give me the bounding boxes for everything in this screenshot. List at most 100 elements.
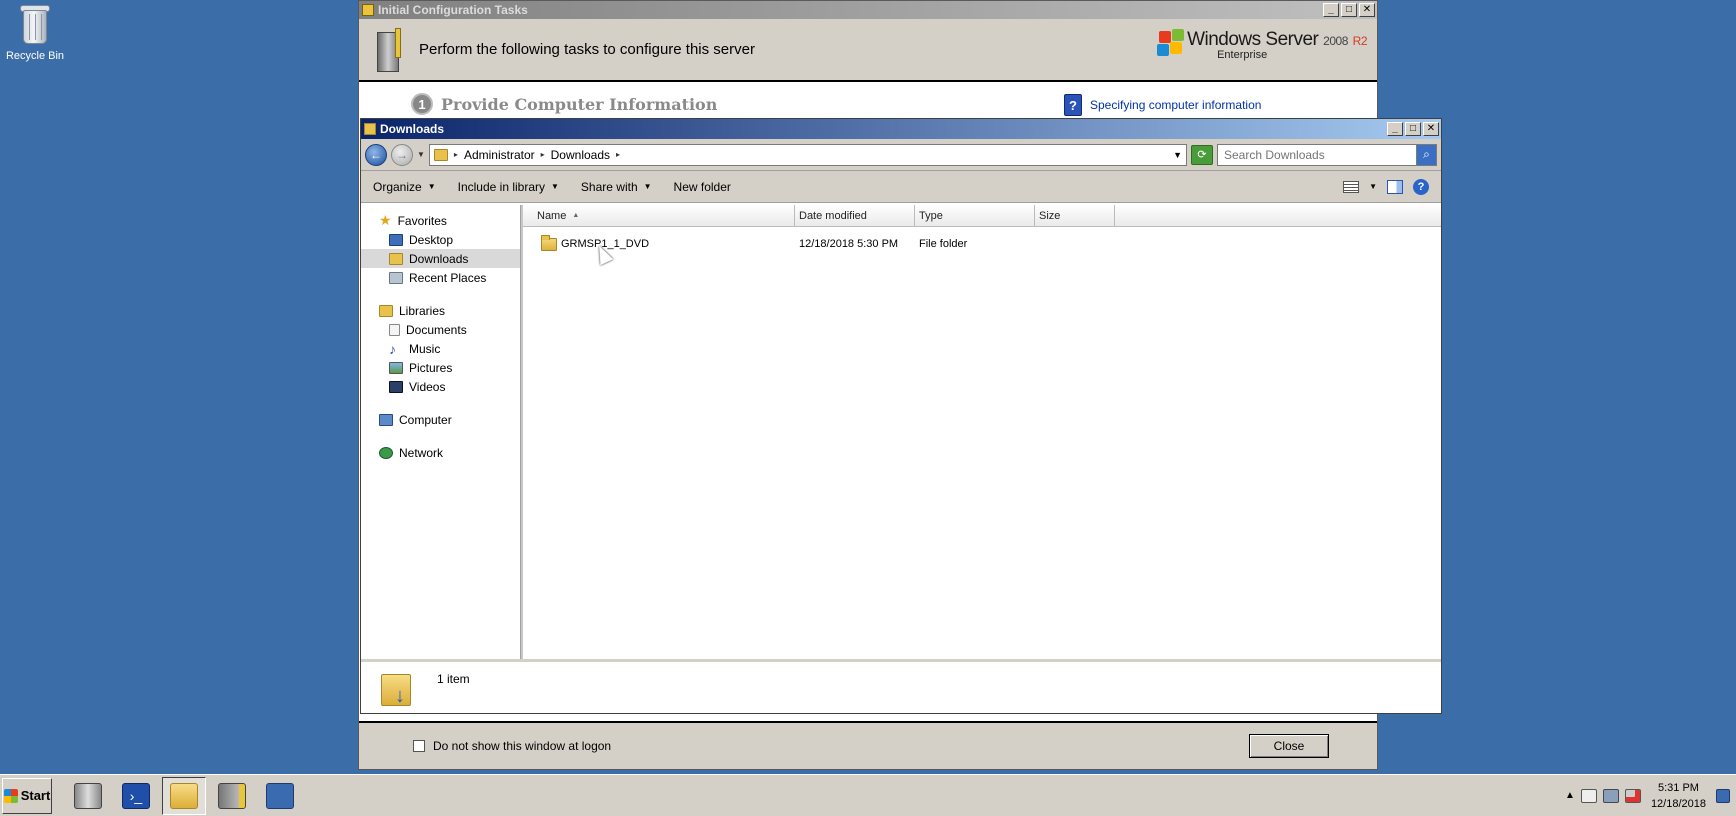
ict-close-window-button[interactable]: ✕ bbox=[1359, 3, 1375, 17]
dont-show-option[interactable]: Do not show this window at logon bbox=[413, 739, 611, 753]
start-button[interactable]: Start bbox=[2, 777, 52, 814]
step-title: Provide Computer Information bbox=[441, 94, 718, 114]
dont-show-checkbox[interactable] bbox=[413, 740, 425, 752]
new-folder-label[interactable]: New folder bbox=[674, 180, 731, 194]
breadcrumb-downloads[interactable]: Downloads bbox=[551, 148, 610, 162]
taskbar-clock[interactable]: 5:31 PM 12/18/2018 bbox=[1651, 780, 1706, 812]
nav-downloads[interactable]: Downloads bbox=[361, 249, 520, 268]
column-date-modified[interactable]: Date modified bbox=[795, 205, 915, 226]
refresh-button[interactable]: ⟳ bbox=[1191, 144, 1213, 165]
nav-music-label[interactable]: Music bbox=[409, 342, 440, 356]
forward-button[interactable]: → bbox=[391, 143, 413, 166]
nav-libraries-label[interactable]: Libraries bbox=[399, 304, 445, 318]
organize-label[interactable]: Organize bbox=[373, 180, 422, 194]
preview-pane-icon[interactable] bbox=[1387, 179, 1403, 194]
change-view-icon[interactable] bbox=[1343, 180, 1360, 193]
nav-music[interactable]: ♪ Music bbox=[361, 339, 520, 358]
show-hidden-icons-icon[interactable]: ▲ bbox=[1565, 790, 1575, 801]
explorer-minimize-button[interactable]: _ bbox=[1387, 122, 1403, 136]
taskbar-powershell[interactable]: ›_ bbox=[114, 777, 158, 815]
nav-pictures[interactable]: Pictures bbox=[361, 358, 520, 377]
column-type[interactable]: Type bbox=[915, 205, 1035, 226]
explorer-maximize-button[interactable]: □ bbox=[1405, 122, 1421, 136]
nav-videos[interactable]: Videos bbox=[361, 377, 520, 396]
file-list-pane[interactable]: Name ▲ Date modified Type Size GRMSP1_1_D… bbox=[521, 205, 1441, 659]
system-tray: ▲ 5:31 PM 12/18/2018 bbox=[1565, 779, 1734, 813]
network-tray-icon[interactable] bbox=[1602, 788, 1619, 803]
ict-close-button[interactable]: Close bbox=[1249, 734, 1329, 758]
show-desktop-icon[interactable] bbox=[1716, 788, 1730, 803]
column-name[interactable]: Name ▲ bbox=[523, 205, 795, 226]
column-date-label[interactable]: Date modified bbox=[799, 210, 867, 222]
nav-recent-places-label[interactable]: Recent Places bbox=[409, 271, 486, 285]
nav-favorites-label[interactable]: Favorites bbox=[398, 214, 447, 228]
taskbar-explorer[interactable] bbox=[162, 776, 206, 815]
include-in-library-menu[interactable]: Include in library ▼ bbox=[458, 180, 559, 194]
navigation-pane[interactable]: ★ Favorites Desktop Downloads Recent Plac… bbox=[361, 205, 521, 659]
file-row[interactable]: GRMSP1_1_DVD 12/18/2018 5:30 PM File fol… bbox=[523, 233, 1441, 255]
nav-recent-places[interactable]: Recent Places bbox=[361, 268, 520, 287]
view-options-caret-icon[interactable]: ▼ bbox=[1369, 182, 1377, 191]
explorer-close-button[interactable]: ✕ bbox=[1423, 122, 1439, 136]
help-link-specifying-computer-info[interactable]: ? Specifying computer information bbox=[1064, 94, 1261, 116]
volume-muted-icon[interactable] bbox=[1624, 788, 1641, 803]
address-bar[interactable]: ▸ Administrator ▸ Downloads ▸ ▼ bbox=[428, 143, 1187, 166]
organize-menu[interactable]: Organize ▼ bbox=[373, 180, 436, 194]
nav-pictures-label[interactable]: Pictures bbox=[409, 361, 452, 375]
recycle-bin-desktop-icon[interactable]: Recycle Bin bbox=[4, 2, 66, 62]
address-history-dropdown-icon[interactable]: ▼ bbox=[1173, 150, 1182, 160]
nav-downloads-label[interactable]: Downloads bbox=[409, 252, 468, 266]
search-input[interactable] bbox=[1224, 147, 1404, 162]
column-type-label[interactable]: Type bbox=[919, 210, 943, 222]
help-link-text[interactable]: Specifying computer information bbox=[1090, 98, 1261, 112]
remote-desktop-icon bbox=[266, 782, 294, 809]
ict-titlebar[interactable]: Initial Configuration Tasks _ □ ✕ bbox=[359, 1, 1377, 19]
breadcrumb-administrator[interactable]: Administrator bbox=[464, 148, 535, 162]
address-root-chevron-icon[interactable]: ▸ bbox=[454, 150, 458, 159]
column-size-label[interactable]: Size bbox=[1039, 210, 1060, 222]
taskbar-remote-desktop[interactable] bbox=[258, 777, 302, 815]
taskbar-initial-config[interactable] bbox=[210, 777, 254, 815]
network-icon bbox=[379, 446, 393, 459]
dont-show-label[interactable]: Do not show this window at logon bbox=[433, 739, 611, 753]
server-config-icon bbox=[375, 27, 405, 72]
address-toolbar: ← → ▼ ▸ Administrator ▸ Downloads ▸ ▼ ⟳ … bbox=[361, 139, 1441, 171]
column-size[interactable]: Size bbox=[1035, 205, 1115, 226]
column-name-label[interactable]: Name bbox=[537, 210, 566, 222]
start-label[interactable]: Start bbox=[21, 788, 51, 803]
nav-computer-label[interactable]: Computer bbox=[399, 413, 452, 427]
ict-header: Perform the following tasks to configure… bbox=[359, 19, 1377, 82]
nav-documents[interactable]: Documents bbox=[361, 320, 520, 339]
help-icon[interactable]: ? bbox=[1413, 178, 1429, 195]
nav-libraries[interactable]: Libraries bbox=[361, 301, 520, 320]
ict-maximize-button[interactable]: □ bbox=[1341, 3, 1357, 17]
nav-computer[interactable]: Computer bbox=[361, 410, 520, 429]
nav-favorites[interactable]: ★ Favorites bbox=[361, 211, 520, 230]
search-icon[interactable]: ⌕ bbox=[1416, 144, 1436, 165]
action-center-flag-icon[interactable] bbox=[1580, 788, 1597, 803]
logo-product: Windows Server bbox=[1187, 29, 1319, 50]
nav-desktop-label[interactable]: Desktop bbox=[409, 233, 453, 247]
nav-videos-label[interactable]: Videos bbox=[409, 380, 445, 394]
nav-desktop[interactable]: Desktop bbox=[361, 230, 520, 249]
new-folder-button[interactable]: New folder bbox=[674, 180, 731, 194]
star-icon: ★ bbox=[379, 212, 392, 228]
windows-server-logo: Windows Server 2008 R2 Enterprise bbox=[1157, 29, 1368, 61]
nav-documents-label[interactable]: Documents bbox=[406, 323, 467, 337]
include-in-library-label[interactable]: Include in library bbox=[458, 180, 545, 194]
share-with-menu[interactable]: Share with ▼ bbox=[581, 180, 652, 194]
breadcrumb-chevron-icon[interactable]: ▸ bbox=[541, 150, 545, 159]
recent-pages-dropdown-icon[interactable]: ▼ bbox=[417, 150, 425, 159]
search-box[interactable]: ⌕ bbox=[1217, 143, 1437, 166]
ict-minimize-button[interactable]: _ bbox=[1323, 3, 1339, 17]
pictures-icon bbox=[389, 361, 403, 374]
file-date-modified: 12/18/2018 5:30 PM bbox=[799, 238, 899, 250]
share-with-label[interactable]: Share with bbox=[581, 180, 638, 194]
taskbar-server-manager[interactable] bbox=[66, 777, 110, 815]
nav-network-label[interactable]: Network bbox=[399, 446, 443, 460]
file-type: File folder bbox=[919, 238, 968, 250]
breadcrumb-end-chevron-icon[interactable]: ▸ bbox=[616, 150, 620, 159]
explorer-titlebar[interactable]: Downloads _ □ ✕ bbox=[361, 119, 1441, 139]
nav-network[interactable]: Network bbox=[361, 443, 520, 462]
back-button[interactable]: ← bbox=[365, 143, 387, 166]
